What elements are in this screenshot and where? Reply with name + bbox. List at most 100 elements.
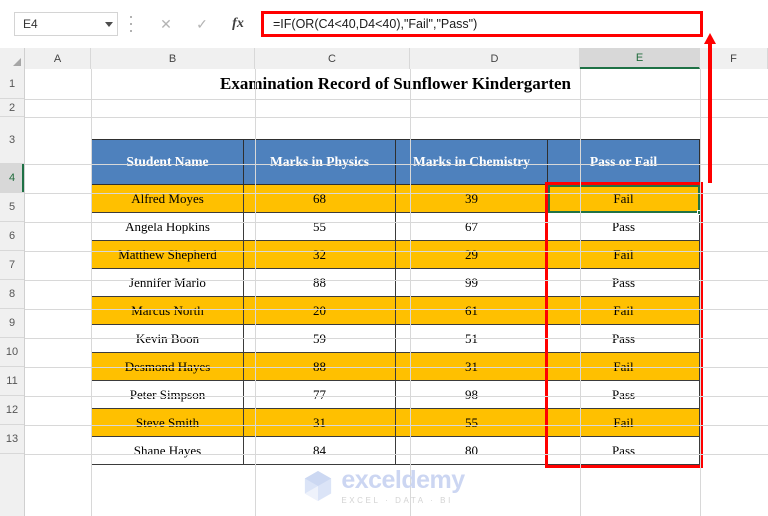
row-header-8[interactable]: 8: [0, 280, 24, 309]
cell-marks-chemistry[interactable]: 29: [395, 240, 548, 269]
cell-pass-or-fail[interactable]: Pass: [547, 436, 700, 465]
table-row[interactable]: Angela Hopkins 55 67 Pass: [91, 212, 700, 241]
sheet-canvas[interactable]: Examination Record of Sunflower Kinderga…: [25, 69, 768, 516]
table-header-row: Student Name Marks in Physics Marks in C…: [91, 139, 700, 185]
column-header-b[interactable]: B: [91, 48, 255, 69]
table-row[interactable]: Steve Smith 31 55 Fail: [91, 408, 700, 437]
row-header-7[interactable]: 7: [0, 251, 24, 280]
table-body: Alfred Moyes 68 39 Fail Angela Hopkins 55 67 Pa…: [91, 184, 700, 465]
gridline: [25, 280, 768, 281]
cell-pass-or-fail[interactable]: Fail: [547, 184, 700, 213]
gridline: [700, 69, 701, 516]
cell-pass-or-fail[interactable]: Pass: [547, 212, 700, 241]
insert-function-icon[interactable]: fx: [232, 16, 244, 32]
column-header-d[interactable]: D: [410, 48, 580, 69]
column-header-marks-physics: Marks in Physics: [243, 139, 396, 185]
column-header-c[interactable]: C: [255, 48, 410, 69]
exam-record-table: Student Name Marks in Physics Marks in C…: [91, 139, 700, 465]
column-header-pass-or-fail: Pass or Fail: [547, 139, 700, 185]
cell-marks-physics[interactable]: 84: [243, 436, 396, 465]
gridline: [25, 367, 768, 368]
watermark: exceldemy EXCEL · DATA · BI: [0, 462, 768, 510]
cell-marks-chemistry[interactable]: 61: [395, 296, 548, 325]
select-all-corner[interactable]: [0, 48, 25, 69]
more-options-icon[interactable]: [128, 16, 134, 32]
name-box[interactable]: E4: [14, 12, 118, 36]
formula-bar: E4 ✕ ✓ fx =IF(OR(C4<40,D4<40),"Fail","Pa…: [0, 0, 768, 48]
cell-marks-physics[interactable]: 68: [243, 184, 396, 213]
cell-marks-physics[interactable]: 77: [243, 380, 396, 409]
cell-marks-physics[interactable]: 88: [243, 268, 396, 297]
cell-marks-physics[interactable]: 55: [243, 212, 396, 241]
cell-pass-or-fail[interactable]: Fail: [547, 296, 700, 325]
row-header-9[interactable]: 9: [0, 309, 24, 338]
watermark-tagline: EXCEL · DATA · BI: [341, 495, 453, 505]
formula-input[interactable]: =IF(OR(C4<40,D4<40),"Fail","Pass"): [261, 11, 703, 37]
column-header-f[interactable]: F: [700, 48, 768, 69]
gridline: [25, 396, 768, 397]
table-row[interactable]: Jennifer Marlo 88 99 Pass: [91, 268, 700, 297]
cell-pass-or-fail[interactable]: Pass: [547, 268, 700, 297]
column-header-a[interactable]: A: [25, 48, 91, 69]
formula-command-icons: ✕ ✓ fx: [148, 12, 256, 36]
watermark-text: exceldemy EXCEL · DATA · BI: [341, 467, 465, 505]
column-header-student-name: Student Name: [91, 139, 244, 185]
cell-marks-chemistry[interactable]: 39: [395, 184, 548, 213]
row-header-10[interactable]: 10: [0, 338, 24, 367]
gridline: [25, 222, 768, 223]
cell-marks-chemistry[interactable]: 55: [395, 408, 548, 437]
cell-student-name[interactable]: Marcus North: [91, 296, 244, 325]
cell-marks-chemistry[interactable]: 80: [395, 436, 548, 465]
gridline: [580, 69, 581, 516]
table-row[interactable]: Marcus North 20 61 Fail: [91, 296, 700, 325]
gridline: [25, 454, 768, 455]
cell-pass-or-fail[interactable]: Pass: [547, 380, 700, 409]
gridline: [25, 425, 768, 426]
cell-marks-physics[interactable]: 32: [243, 240, 396, 269]
row-header-3[interactable]: 3: [0, 117, 24, 164]
row-header-2[interactable]: 2: [0, 99, 24, 117]
row-header-1[interactable]: 1: [0, 69, 24, 99]
cell-marks-chemistry[interactable]: 67: [395, 212, 548, 241]
cell-marks-physics[interactable]: 20: [243, 296, 396, 325]
gridline: [25, 251, 768, 252]
row-headers: 1 2 3 4 5 6 7 8 9 10 11 12 13: [0, 69, 25, 516]
gridline: [25, 164, 768, 165]
gridline: [25, 309, 768, 310]
cell-pass-or-fail[interactable]: Fail: [547, 408, 700, 437]
cell-pass-or-fail[interactable]: Fail: [547, 240, 700, 269]
row-header-4[interactable]: 4: [0, 164, 24, 193]
spreadsheet-grid: ABCDEF 1 2 3 4 5 6 7 8 9 10 11 12 13 Examination Rec…: [0, 48, 768, 516]
table-row[interactable]: Shane Hayes 84 80 Pass: [91, 436, 700, 465]
cell-student-name[interactable]: Alfred Moyes: [91, 184, 244, 213]
row-header-13[interactable]: 13: [0, 425, 24, 454]
chevron-down-icon[interactable]: [101, 22, 117, 27]
row-header-11[interactable]: 11: [0, 367, 24, 396]
cancel-icon[interactable]: ✕: [160, 17, 172, 31]
gridline: [91, 69, 92, 516]
column-header-marks-chemistry: Marks in Chemistry: [395, 139, 548, 185]
cell-marks-physics[interactable]: 31: [243, 408, 396, 437]
gridline: [25, 117, 768, 118]
enter-icon[interactable]: ✓: [196, 17, 208, 31]
cell-student-name[interactable]: Shane Hayes: [91, 436, 244, 465]
gridline: [25, 99, 768, 100]
cell-student-name[interactable]: Matthew Shepherd: [91, 240, 244, 269]
row-header-6[interactable]: 6: [0, 222, 24, 251]
gridline: [255, 69, 256, 516]
formula-input-value: =IF(OR(C4<40,D4<40),"Fail","Pass"): [273, 17, 478, 31]
cell-student-name[interactable]: Steve Smith: [91, 408, 244, 437]
cell-marks-chemistry[interactable]: 98: [395, 380, 548, 409]
gridline: [410, 69, 411, 516]
column-header-e[interactable]: E: [580, 48, 700, 69]
table-row[interactable]: Alfred Moyes 68 39 Fail: [91, 184, 700, 213]
table-row[interactable]: Matthew Shepherd 32 29 Fail: [91, 240, 700, 269]
cell-student-name[interactable]: Peter Simpson: [91, 380, 244, 409]
cell-student-name[interactable]: Jennifer Marlo: [91, 268, 244, 297]
gridline: [25, 193, 768, 194]
row-header-12[interactable]: 12: [0, 396, 24, 425]
cell-student-name[interactable]: Angela Hopkins: [91, 212, 244, 241]
cell-marks-chemistry[interactable]: 99: [395, 268, 548, 297]
row-header-5[interactable]: 5: [0, 193, 24, 222]
table-row[interactable]: Peter Simpson 77 98 Pass: [91, 380, 700, 409]
